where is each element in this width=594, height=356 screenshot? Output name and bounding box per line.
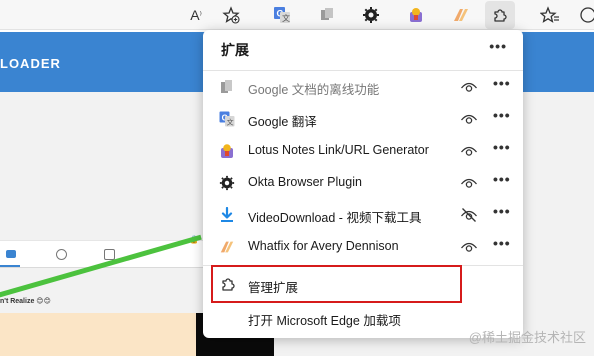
- video-thumbnail[interactable]: [0, 313, 196, 356]
- okta-gear-icon: [219, 175, 235, 191]
- globe-tab-icon[interactable]: [56, 249, 67, 260]
- open-edge-addons-label: 打开 Microsoft Edge 加载项: [248, 314, 401, 328]
- watermark: @稀土掘金技术社区: [468, 330, 586, 345]
- extension-more-button[interactable]: •••: [493, 139, 511, 155]
- extensions-popup: 扩展 ••• Google 文档的离线功能 ••• G文 Google 翻译 •…: [203, 30, 523, 338]
- docs-icon: [219, 79, 235, 95]
- whatfix-icon[interactable]: [449, 3, 473, 27]
- translate-icon: G文: [219, 111, 235, 127]
- read-aloud-icon[interactable]: A ⁾: [184, 3, 208, 27]
- extension-more-button[interactable]: •••: [493, 203, 511, 219]
- add-favorite-icon[interactable]: [219, 3, 243, 27]
- extension-row-okta[interactable]: Okta Browser Plugin •••: [203, 167, 523, 199]
- extension-name: Google 文档的离线功能: [248, 83, 380, 97]
- browser-toolbar: A⁾ G文: [0, 0, 594, 30]
- extension-name: Okta Browser Plugin: [248, 175, 362, 189]
- extension-more-button[interactable]: •••: [493, 235, 511, 251]
- extension-name: Google 翻译: [248, 115, 317, 129]
- extension-row-google-docs-offline[interactable]: Google 文档的离线功能 •••: [203, 71, 523, 103]
- cube-icon[interactable]: [315, 3, 339, 27]
- eye-icon[interactable]: [460, 110, 478, 128]
- page-banner-title: LOADER: [0, 56, 61, 71]
- translate-icon[interactable]: G文: [270, 3, 294, 27]
- extension-name: Lotus Notes Link/URL Generator: [248, 143, 429, 157]
- extension-row-google-translate[interactable]: G文 Google 翻译 •••: [203, 103, 523, 135]
- favorites-icon[interactable]: [538, 3, 562, 27]
- extension-name: VideoDownload - 视频下载工具: [248, 211, 422, 225]
- okta-gear-icon[interactable]: [359, 3, 383, 27]
- video-tab-icon[interactable]: [6, 250, 16, 258]
- popup-title: 扩展: [221, 42, 249, 58]
- popup-more-options-button[interactable]: •••: [489, 38, 507, 54]
- extension-more-button[interactable]: •••: [493, 171, 511, 187]
- eye-icon[interactable]: [460, 238, 478, 256]
- profile-icon[interactable]: [576, 3, 594, 27]
- extension-row-videodownload[interactable]: VideoDownload - 视频下载工具 •••: [203, 199, 523, 231]
- highlight-box: [211, 265, 462, 303]
- image-tab-icon[interactable]: [104, 249, 115, 260]
- eye-icon[interactable]: [460, 174, 478, 192]
- whatfix-icon: [219, 239, 235, 255]
- eye-icon[interactable]: [460, 142, 478, 160]
- video-caption: n't Realize 😊😊: [0, 298, 51, 305]
- extensions-icon[interactable]: [485, 1, 515, 29]
- svg-text:文: 文: [282, 13, 290, 23]
- lotus-icon[interactable]: [404, 3, 428, 27]
- extension-more-button[interactable]: •••: [493, 75, 511, 91]
- download-icon: [219, 207, 235, 223]
- eye-hidden-icon[interactable]: [460, 206, 478, 224]
- lotus-icon: [219, 143, 235, 159]
- extension-name: Whatfix for Avery Dennison: [248, 239, 399, 253]
- svg-text:文: 文: [227, 118, 234, 127]
- extension-more-button[interactable]: •••: [493, 107, 511, 123]
- eye-icon[interactable]: [460, 78, 478, 96]
- extension-row-lotus-notes[interactable]: Lotus Notes Link/URL Generator •••: [203, 135, 523, 167]
- extension-row-whatfix[interactable]: Whatfix for Avery Dennison •••: [203, 231, 523, 263]
